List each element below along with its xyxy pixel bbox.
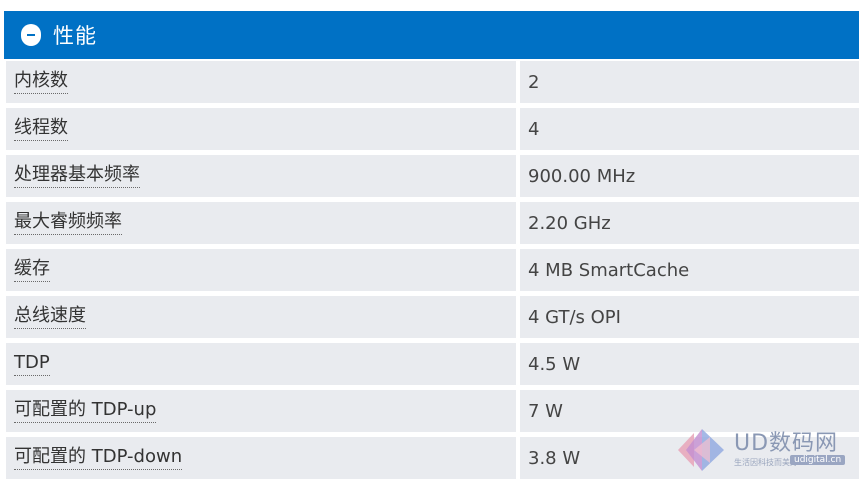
spec-row: 缓存 4 MB SmartCache	[6, 249, 859, 291]
spec-value: 2	[520, 61, 859, 103]
spec-value: 2.20 GHz	[520, 202, 859, 244]
spec-value: 4 GT/s OPI	[520, 296, 859, 338]
spec-label-cell: 内核数	[6, 61, 516, 103]
spec-label[interactable]: 最大睿频频率	[14, 211, 122, 235]
ud-logo-icon	[678, 429, 724, 471]
section-title: 性能	[53, 24, 97, 48]
spec-row: 最大睿频频率 2.20 GHz	[6, 202, 859, 244]
spec-label-cell: 可配置的 TDP-up	[6, 390, 516, 432]
spec-label[interactable]: 处理器基本频率	[14, 164, 140, 188]
spec-row: 总线速度 4 GT/s OPI	[6, 296, 859, 338]
spec-value: 4	[520, 108, 859, 150]
watermark: UD数码网 生活因科技而美好 udigital.cn	[672, 423, 852, 479]
spec-row: 内核数 2	[6, 61, 859, 103]
spec-label-cell: TDP	[6, 343, 516, 385]
section-header[interactable]: 性能	[4, 11, 859, 59]
spec-row: 处理器基本频率 900.00 MHz	[6, 155, 859, 197]
spec-label[interactable]: 总线速度	[14, 305, 86, 329]
spec-row: TDP 4.5 W	[6, 343, 859, 385]
spec-label-cell: 线程数	[6, 108, 516, 150]
watermark-domain: udigital.cn	[790, 455, 846, 465]
spec-label[interactable]: 缓存	[14, 258, 50, 282]
spec-value: 900.00 MHz	[520, 155, 859, 197]
spec-label-cell: 总线速度	[6, 296, 516, 338]
spec-row: 线程数 4	[6, 108, 859, 150]
watermark-tagline: 生活因科技而美好	[734, 458, 798, 467]
performance-panel: 性能 内核数 2 线程数 4 处理器基本频率 900.00 MHz 最大睿频频率…	[4, 11, 859, 494]
spec-label[interactable]: 可配置的 TDP-up	[14, 399, 157, 423]
collapse-icon[interactable]	[21, 24, 41, 46]
spec-label-cell: 缓存	[6, 249, 516, 291]
watermark-name: UD数码网	[734, 431, 839, 456]
spec-label[interactable]: TDP	[14, 352, 50, 376]
spec-label-cell: 最大睿频频率	[6, 202, 516, 244]
spec-label[interactable]: 可配置的 TDP-down	[14, 446, 183, 470]
spec-label[interactable]: 内核数	[14, 70, 68, 94]
spec-value: 4 MB SmartCache	[520, 249, 859, 291]
spec-label-cell: 处理器基本频率	[6, 155, 516, 197]
spec-label[interactable]: 线程数	[14, 117, 68, 141]
spec-value: 4.5 W	[520, 343, 859, 385]
spec-label-cell: 可配置的 TDP-down	[6, 437, 516, 479]
